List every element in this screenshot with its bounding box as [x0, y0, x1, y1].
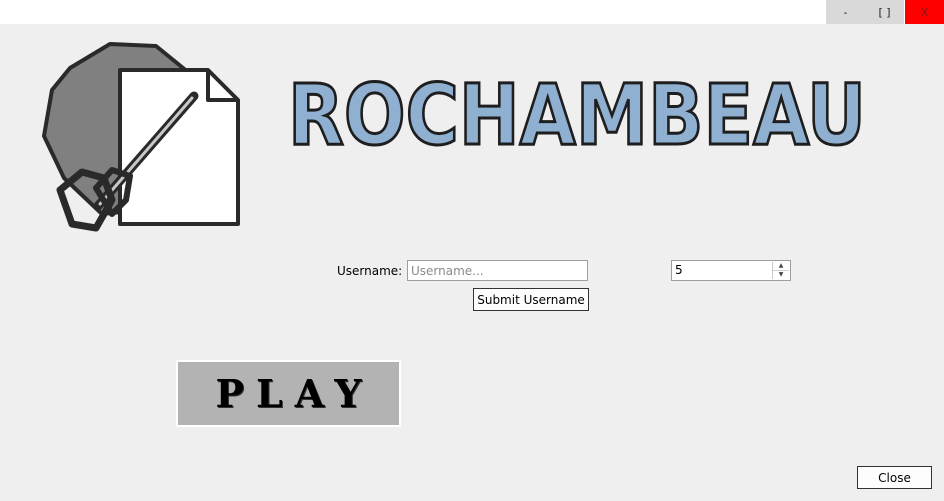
username-input[interactable] [407, 260, 588, 281]
rounds-spinner[interactable]: 5 ▲ ▼ [671, 260, 791, 281]
username-label: Username: [337, 264, 403, 278]
spinner-buttons: ▲ ▼ [772, 262, 789, 279]
rounds-value: 5 [675, 263, 683, 277]
maximize-button[interactable]: [ ] [865, 0, 904, 24]
play-button[interactable]: PLAY [176, 360, 401, 427]
minimize-button[interactable]: - [826, 0, 865, 24]
paper-shape [118, 68, 240, 226]
play-button-label: PLAY [215, 371, 374, 416]
app-title: ROCHAMBEAU [287, 70, 868, 160]
close-button[interactable]: Close [857, 466, 932, 489]
window-close-button[interactable]: X [905, 0, 944, 24]
window-titlebar [0, 0, 944, 24]
spinner-up-arrow-icon[interactable]: ▲ [773, 262, 789, 271]
submit-username-button[interactable]: Submit Username [473, 288, 589, 311]
app-title-text: ROCHAMBEAU [288, 70, 866, 160]
paper-scissors-rock-icon [42, 42, 240, 232]
spinner-down-arrow-icon[interactable]: ▼ [773, 271, 789, 279]
